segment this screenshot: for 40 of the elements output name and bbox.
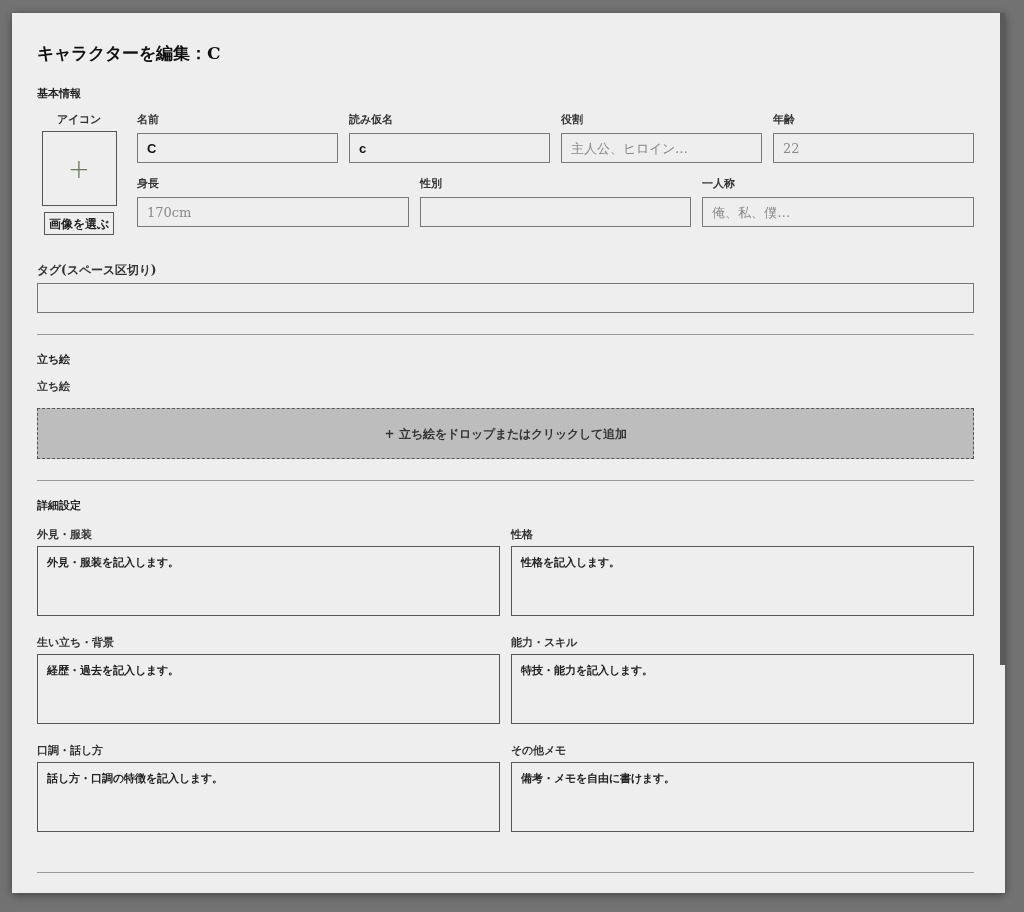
icon-upload-box[interactable]: + [41,131,117,206]
text-area[interactable]: 性格を記入します。 [511,546,974,616]
field-label: 名前 [137,113,159,127]
field-label: 能力・スキル [511,636,577,650]
input-field[interactable] [419,197,692,227]
input-field[interactable] [37,283,974,313]
section-heading: 基本情報 [37,86,81,102]
field-label: 性格 [511,528,533,542]
text-area[interactable]: 経歴・過去を記入します。 [37,654,500,724]
drop-zone[interactable]: + 立ち絵をドロップまたはクリックして追加 [37,408,974,459]
field-label: 外見・服装 [37,528,92,542]
text-area[interactable]: 備考・メモを自由に書けます。 [511,762,974,832]
input-field[interactable]: C [137,133,338,163]
dialog-title: キャラクターを編集：C [37,42,221,65]
field-label: 役割 [561,113,583,127]
input-field[interactable]: 主人公、ヒロイン… [561,133,762,163]
plus-icon: + [68,155,90,182]
drop-zone-text: + 立ち絵をドロップまたはクリックして追加 [384,425,627,443]
section-heading: 立ち絵 [37,352,70,368]
field-label: 性別 [419,177,442,191]
field-label: 生い立ち・背景 [37,636,114,650]
text-area[interactable]: 話し方・口調の特徴を記入します。 [37,762,500,832]
field-label: 読み仮名 [349,113,393,127]
text-area[interactable]: 外見・服装を記入します。 [37,546,500,616]
field-label: 口調・話し方 [37,744,103,758]
choose-image-button[interactable]: 画像を選ぶ [44,212,114,235]
field-label: 身長 [137,177,159,191]
input-field[interactable]: 170cm [137,197,409,227]
field-label: 一人称 [702,177,736,191]
text-area[interactable]: 特技・能力を記入します。 [511,654,974,724]
input-field[interactable]: 俺、私、僕… [702,197,974,227]
field-label: タグ(スペース区切り) [37,263,157,278]
scrollbar[interactable] [1000,13,1005,665]
field-label: アイコン [57,113,101,127]
field-label: その他メモ [511,744,566,758]
input-field[interactable]: 22 [773,133,974,163]
field-label: 立ち絵 [37,380,70,394]
field-label: 年齢 [773,113,795,127]
input-field[interactable]: c [349,133,550,163]
section-heading: 詳細設定 [37,498,81,514]
